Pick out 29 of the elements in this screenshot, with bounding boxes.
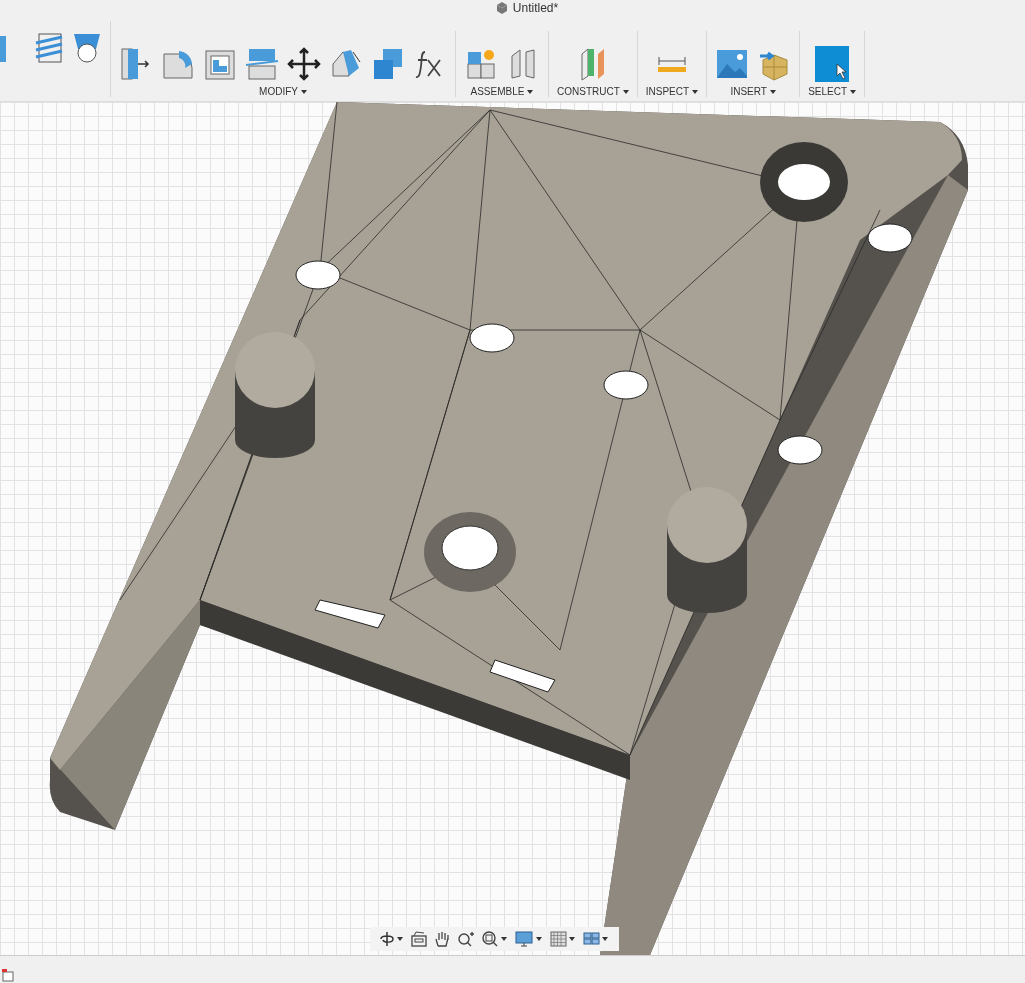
move-icon[interactable] — [287, 46, 321, 82]
toolbar-group-menu[interactable]: MODIFY — [259, 86, 307, 97]
window-title: Untitled* — [512, 1, 559, 15]
toolbar-group-menu[interactable]: INSPECT — [645, 86, 699, 97]
caret-icon — [850, 89, 857, 94]
document-icon — [494, 1, 509, 15]
zoom-window-icon[interactable] — [482, 931, 508, 947]
toolbar-group-menu[interactable]: INSERT — [730, 86, 776, 97]
caret-icon — [300, 89, 307, 94]
combine-icon[interactable] — [371, 46, 405, 82]
hole-icon[interactable] — [72, 31, 102, 65]
toolbar-group-menu[interactable]: ASSEMBLE — [470, 86, 534, 97]
caret-icon — [527, 89, 534, 94]
camera-icon[interactable] — [411, 931, 427, 947]
caret-icon — [622, 89, 629, 94]
toolbar-group-menu[interactable]: CONSTRUCT — [557, 86, 629, 97]
zoom-icon[interactable] — [457, 931, 475, 947]
caret-icon — [692, 89, 699, 94]
grid-icon[interactable] — [550, 931, 576, 947]
caret-icon — [769, 89, 776, 94]
split-body-icon[interactable] — [245, 46, 279, 82]
pan-hand-icon[interactable] — [434, 931, 450, 947]
select-icon[interactable] — [815, 46, 850, 82]
comments-icon[interactable] — [2, 969, 16, 983]
viewports-icon[interactable] — [583, 931, 609, 947]
thread-icon[interactable] — [34, 31, 64, 65]
toolbar-group-menu[interactable]: SELECT — [808, 86, 857, 97]
orbit-icon[interactable] — [380, 931, 404, 947]
display-settings-icon[interactable] — [515, 931, 543, 947]
